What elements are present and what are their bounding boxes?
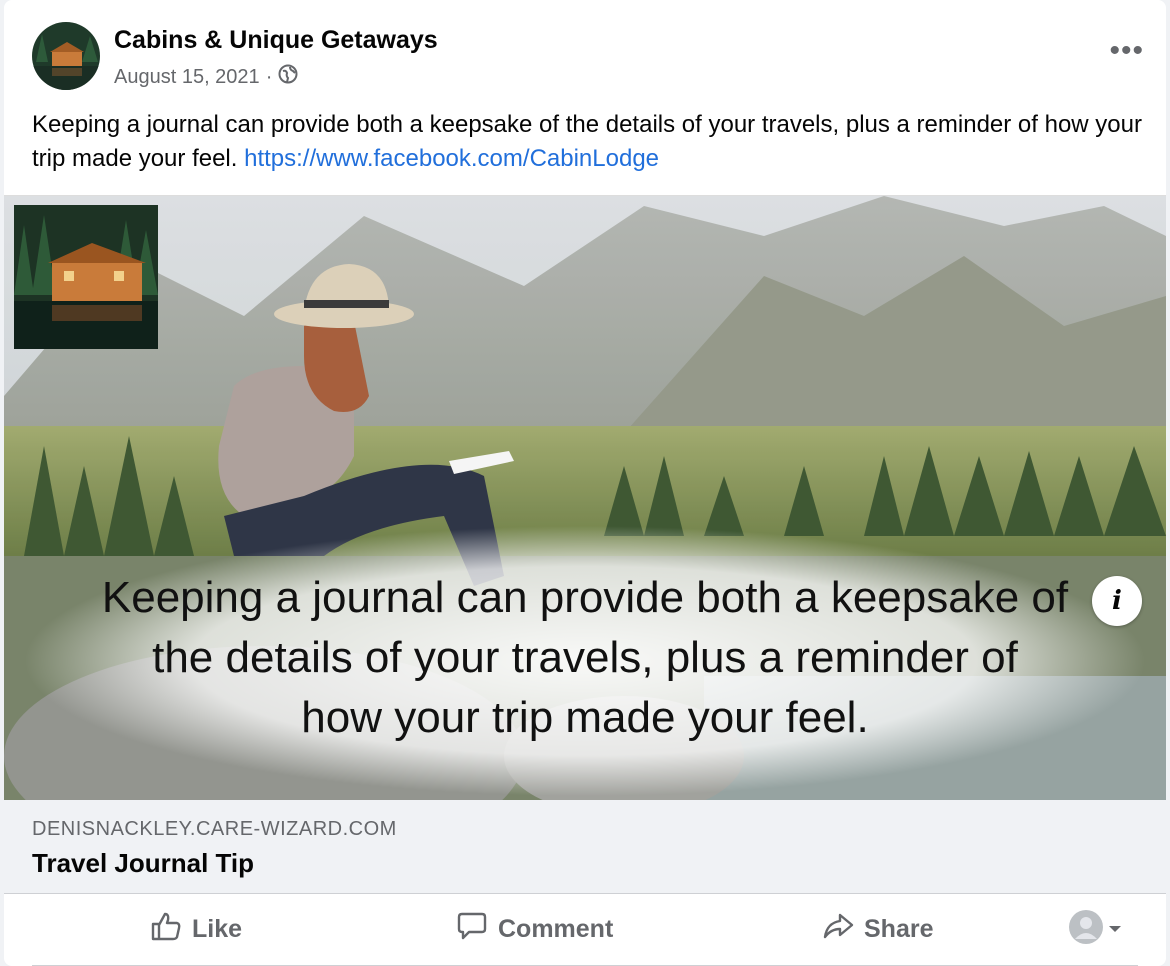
comment-button[interactable]: Comment [456,909,613,949]
meta-separator: · [265,65,273,88]
overlay-line-1: Keeping a journal can provide both a kee… [101,573,1069,622]
post-date[interactable]: August 15, 2021 [114,66,260,89]
link-domain: DENISNACKLEY.CARE-WIZARD.COM [32,818,397,840]
post-text: Keeping a journal can provide both a kee… [32,108,1142,176]
link-preview[interactable]: DENISNACKLEY.CARE-WIZARD.COM Travel Jour… [4,800,1166,894]
image-overlay-text: Keeping a journal can provide both a kee… [4,568,1166,748]
page-name[interactable]: Cabins & Unique Getaways [114,26,438,55]
comment-bubble-icon [456,911,488,948]
more-options-button[interactable]: ••• [1109,34,1144,68]
link-title[interactable]: Travel Journal Tip [32,848,254,879]
page-avatar[interactable] [32,22,100,90]
post-link[interactable]: https://www.facebook.com/CabinLodge [244,145,659,172]
comment-label: Comment [498,914,614,943]
overlay-line-3: how your trip made your feel. [301,693,869,742]
share-label: Share [864,914,934,943]
cabin-thumbnail [14,205,158,349]
chevron-down-icon [1108,921,1122,939]
info-icon[interactable]: i [1092,576,1142,626]
like-button[interactable]: Like [150,909,242,949]
share-button[interactable]: Share [822,909,933,949]
share-arrow-icon [822,911,854,948]
thumbs-up-icon [150,911,182,948]
profile-avatar-icon [1068,909,1104,950]
reaction-profile-selector[interactable] [1068,909,1122,950]
post-image[interactable]: Keeping a journal can provide both a kee… [4,195,1166,801]
action-bar: Like Comment Share [32,895,1138,966]
overlay-line-2: the details of your travels, plus a remi… [152,633,1018,682]
post-meta: August 15, 2021 · [114,64,298,90]
globe-icon[interactable] [278,64,298,90]
post-card: Cabins & Unique Getaways August 15, 2021… [4,0,1166,966]
like-label: Like [192,914,243,943]
